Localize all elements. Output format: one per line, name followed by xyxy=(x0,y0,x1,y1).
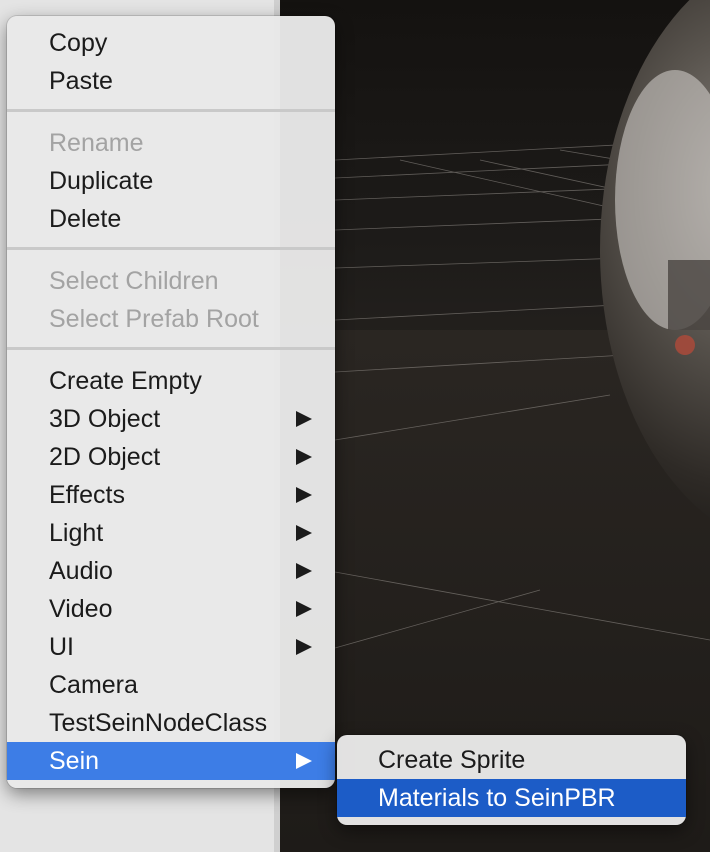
context-menu: Copy Paste Rename Duplicate Delete Selec… xyxy=(7,16,335,788)
menu-item-light[interactable]: Light xyxy=(7,514,335,552)
triangle-right-icon xyxy=(296,525,312,541)
menu-item-label: Camera xyxy=(49,671,138,699)
menu-item-test-sein-node-class[interactable]: TestSeinNodeClass xyxy=(7,704,335,742)
triangle-right-icon xyxy=(296,449,312,465)
sphere-reflection-dot xyxy=(675,335,695,355)
submenu-item-materials-to-seinpbr[interactable]: Materials to SeinPBR xyxy=(337,779,686,817)
triangle-right-icon xyxy=(296,411,312,427)
menu-item-3d-object[interactable]: 3D Object xyxy=(7,400,335,438)
menu-item-video[interactable]: Video xyxy=(7,590,335,628)
menu-item-effects[interactable]: Effects xyxy=(7,476,335,514)
menu-item-label: TestSeinNodeClass xyxy=(49,709,268,737)
submenu-item-label: Materials to SeinPBR xyxy=(378,784,616,812)
menu-item-select-children: Select Children xyxy=(7,262,335,300)
menu-item-label: 3D Object xyxy=(49,405,161,433)
menu-item-delete[interactable]: Delete xyxy=(7,200,335,238)
scene-view[interactable] xyxy=(280,0,710,852)
menu-item-rename: Rename xyxy=(7,124,335,162)
menu-item-label: Rename xyxy=(49,129,144,157)
triangle-right-icon xyxy=(296,753,312,769)
menu-item-label: 2D Object xyxy=(49,443,161,471)
menu-item-label: Sein xyxy=(49,747,100,775)
triangle-right-icon xyxy=(296,487,312,503)
menu-item-label: Select Children xyxy=(49,267,219,295)
menu-item-create-empty[interactable]: Create Empty xyxy=(7,362,335,400)
menu-item-label: Select Prefab Root xyxy=(49,305,259,333)
menu-item-label: Duplicate xyxy=(49,167,154,195)
menu-item-label: UI xyxy=(49,633,74,661)
triangle-right-icon xyxy=(296,639,312,655)
submenu-item-label: Create Sprite xyxy=(378,746,526,774)
menu-item-label: Video xyxy=(49,595,113,623)
sein-submenu: Create Sprite Materials to SeinPBR xyxy=(337,735,686,825)
triangle-right-icon xyxy=(296,601,312,617)
menu-item-audio[interactable]: Audio xyxy=(7,552,335,590)
menu-item-label: Delete xyxy=(49,205,122,233)
menu-item-ui[interactable]: UI xyxy=(7,628,335,666)
submenu-item-create-sprite[interactable]: Create Sprite xyxy=(337,741,686,779)
triangle-right-icon xyxy=(296,563,312,579)
menu-item-label: Paste xyxy=(49,67,113,95)
sphere-reflection xyxy=(668,260,710,330)
menu-item-label: Light xyxy=(49,519,104,547)
menu-separator xyxy=(7,109,335,112)
menu-item-select-prefab-root: Select Prefab Root xyxy=(7,300,335,338)
menu-item-label: Effects xyxy=(49,481,125,509)
menu-item-camera[interactable]: Camera xyxy=(7,666,335,704)
menu-item-paste[interactable]: Paste xyxy=(7,62,335,100)
scene-viewport-graphics xyxy=(280,0,710,852)
menu-separator xyxy=(7,347,335,350)
menu-item-duplicate[interactable]: Duplicate xyxy=(7,162,335,200)
menu-item-label: Audio xyxy=(49,557,113,585)
menu-item-copy[interactable]: Copy xyxy=(7,24,335,62)
menu-item-sein[interactable]: Sein xyxy=(7,742,335,780)
menu-item-label: Create Empty xyxy=(49,367,202,395)
menu-separator xyxy=(7,247,335,250)
menu-item-2d-object[interactable]: 2D Object xyxy=(7,438,335,476)
menu-item-label: Copy xyxy=(49,29,108,57)
